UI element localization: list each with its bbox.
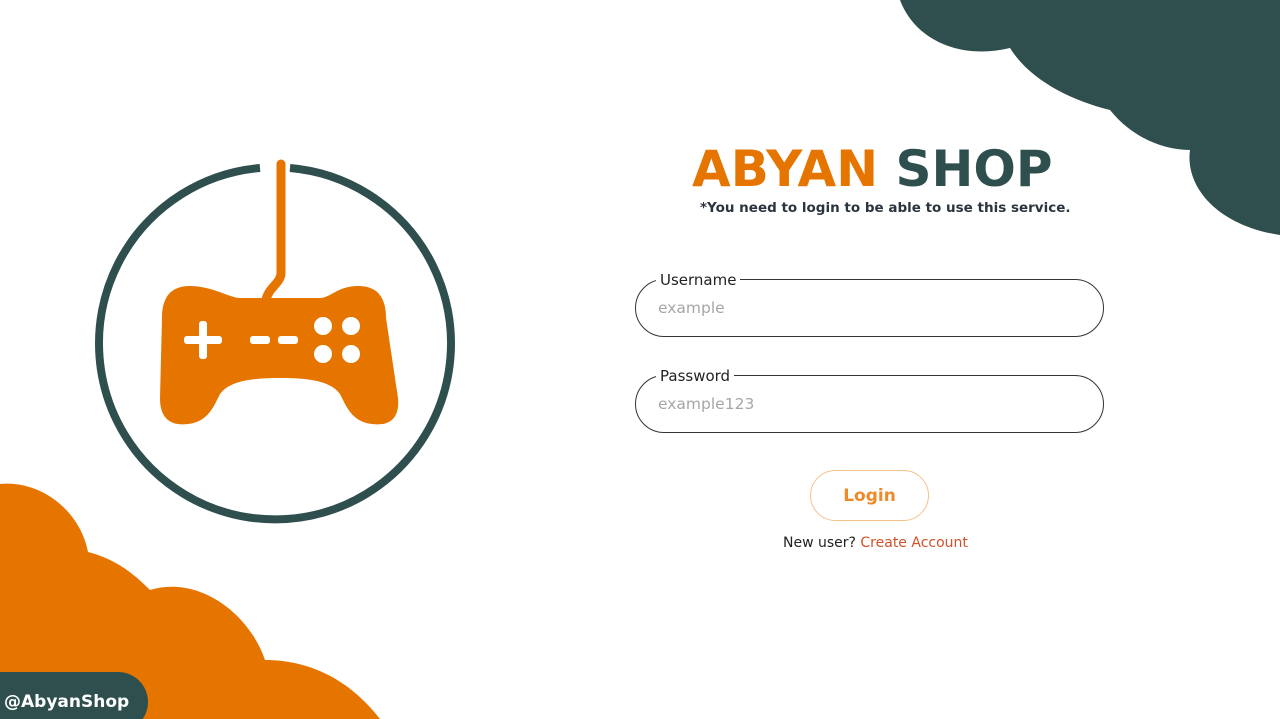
username-label: Username: [656, 271, 741, 289]
username-input[interactable]: [658, 297, 1078, 319]
create-account-link[interactable]: Create Account: [860, 535, 968, 551]
password-input[interactable]: [658, 393, 1078, 415]
login-button[interactable]: Login: [810, 470, 929, 521]
login-notice: *You need to login to be able to use thi…: [700, 200, 1071, 216]
brand-title: ABYAN SHOP: [692, 140, 1052, 198]
social-handle: @AbyanShop: [4, 692, 130, 712]
username-field[interactable]: Username: [635, 271, 1104, 337]
gamepad-icon: [95, 159, 455, 524]
password-field[interactable]: Password: [635, 367, 1104, 433]
new-user-text: New user?: [783, 535, 856, 551]
brand-title-part2: SHOP: [895, 140, 1053, 198]
brand-title-part1: ABYAN: [692, 140, 879, 198]
signup-row: New user? Create Account: [783, 535, 983, 551]
password-label: Password: [656, 367, 735, 385]
gamepad-logo: [95, 159, 455, 524]
